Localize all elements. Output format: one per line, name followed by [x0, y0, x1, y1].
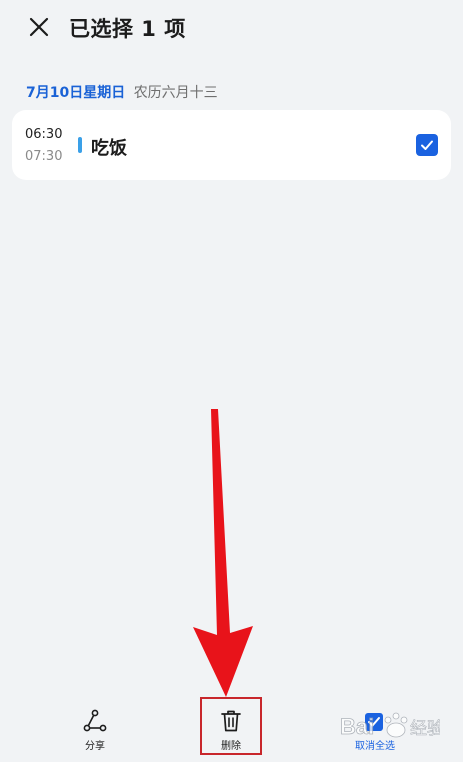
delete-button[interactable]: 删除	[191, 708, 271, 752]
close-button[interactable]	[22, 10, 56, 44]
annotation-arrow	[193, 409, 253, 697]
share-label: 分享	[85, 741, 105, 752]
delete-label: 删除	[221, 741, 241, 752]
event-end-time: 07:30	[25, 149, 63, 164]
deselect-all-label: 取消全选	[355, 741, 395, 752]
event-title: 吃饭	[91, 138, 127, 159]
event-checkbox[interactable]	[416, 134, 438, 156]
bottom-toolbar: 分享 删除 取消全选	[0, 690, 463, 762]
page-title: 已选择 1 项	[69, 17, 186, 41]
date-header: 7月10日星期日 农历六月十三	[26, 82, 218, 102]
event-start-time: 06:30	[25, 127, 63, 142]
close-icon	[29, 17, 49, 37]
select-all-icon	[365, 713, 383, 731]
date-label: 7月10日星期日	[26, 85, 126, 101]
trash-icon	[221, 710, 241, 732]
event-card[interactable]: 06:30 07:30 吃饭	[12, 110, 451, 180]
selection-header: 已选择 1 项	[0, 0, 463, 56]
checkmark-icon	[421, 140, 433, 150]
share-button[interactable]: 分享	[55, 708, 135, 752]
event-color-bar	[78, 137, 82, 153]
screen: 已选择 1 项 7月10日星期日 农历六月十三 06:30 07:30 吃饭 分…	[0, 0, 463, 762]
share-icon	[83, 709, 107, 732]
lunar-date-label: 农历六月十三	[133, 85, 218, 101]
deselect-all-button[interactable]: 取消全选	[335, 708, 415, 752]
